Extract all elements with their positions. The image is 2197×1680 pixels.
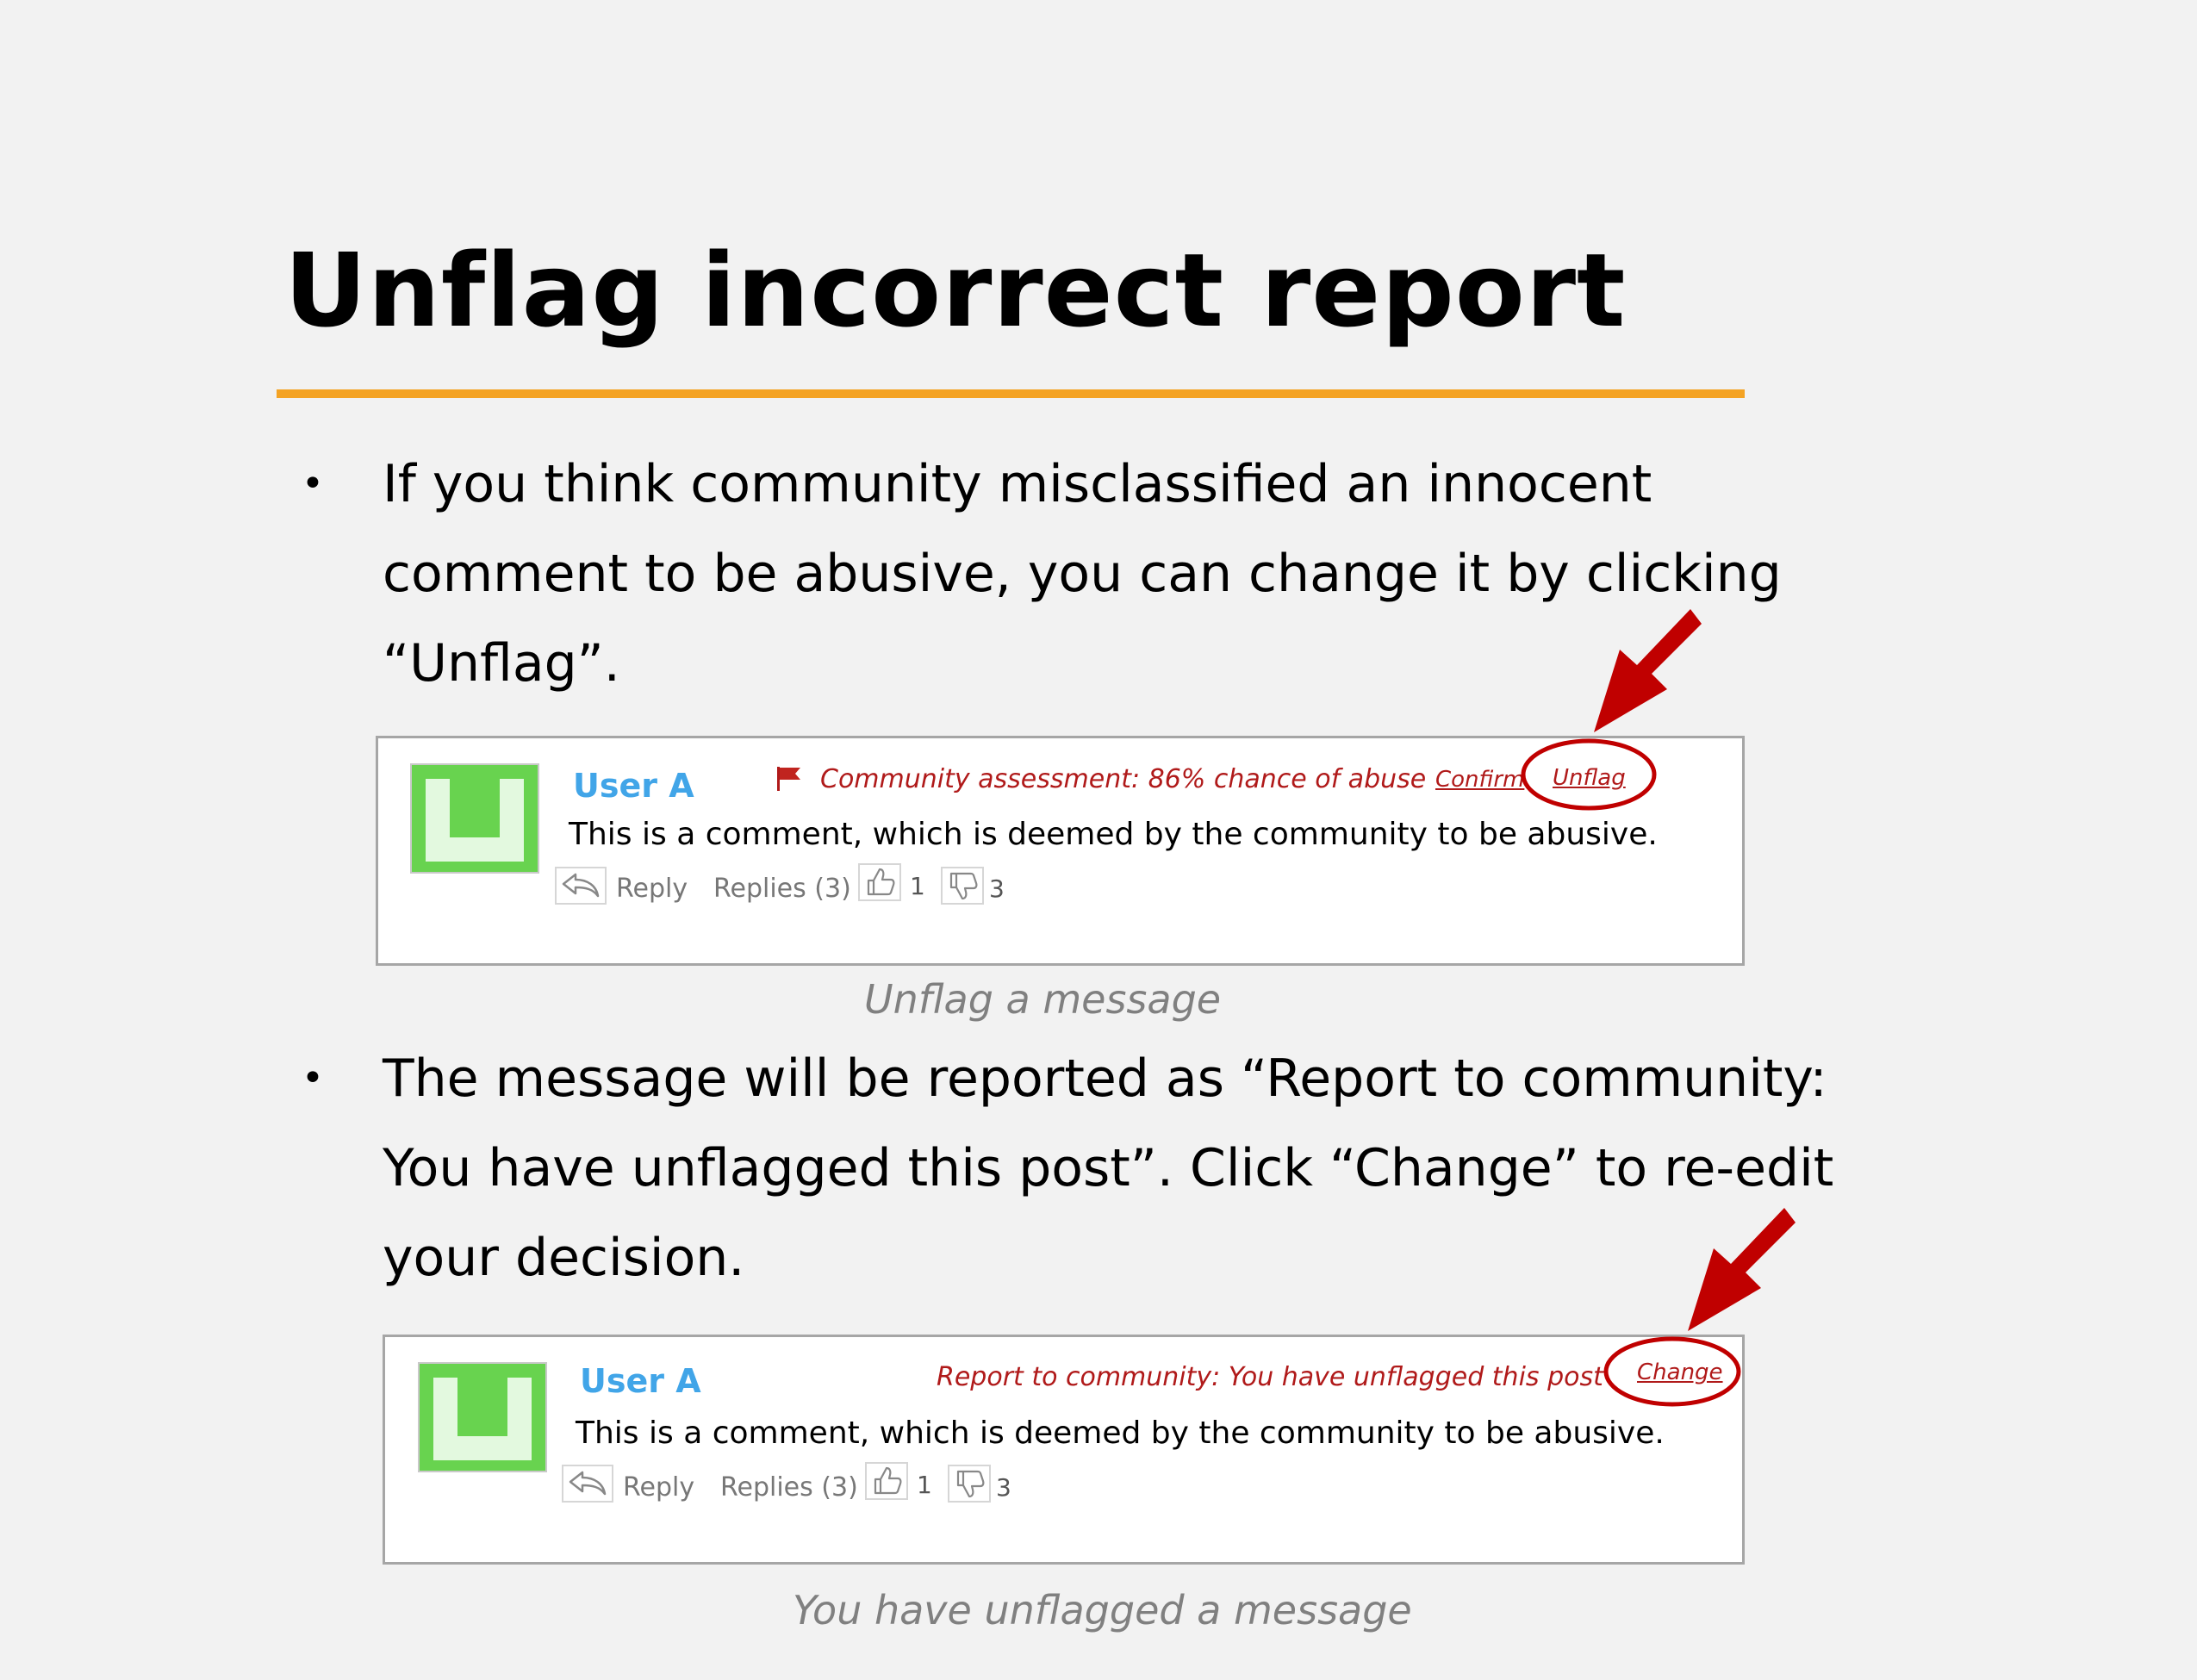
bullet-line: If you think community misclassified an … [383, 454, 1652, 514]
bullet-line: your decision. [383, 1228, 745, 1288]
slide-title: Unflag incorrect report [284, 231, 1627, 350]
reply-icon[interactable] [562, 1465, 613, 1503]
confirm-link[interactable]: Confirm [1435, 768, 1524, 791]
bullet-marker: • [302, 1056, 324, 1100]
dislike-count: 3 [996, 1473, 1011, 1502]
caption-unflag: Unflag a message [864, 976, 1222, 1023]
bullet-line: comment to be abusive, you can change it… [383, 544, 1782, 604]
comment-card-unflagged: User A Report to community: You have unf… [383, 1335, 1745, 1565]
comment-text: This is a comment, which is deemed by th… [569, 817, 1658, 852]
reply-button[interactable]: Reply [623, 1475, 694, 1501]
like-count: 1 [910, 872, 925, 900]
bullet-marker: • [302, 462, 324, 506]
thumbs-up-icon[interactable] [865, 1462, 908, 1500]
user-avatar-icon [410, 763, 539, 874]
thumbs-down-icon[interactable] [941, 867, 984, 905]
comment-card-flagged: User A Community assessment: 86% chance … [376, 736, 1745, 966]
comment-text: This is a comment, which is deemed by th… [576, 1416, 1665, 1451]
replies-button[interactable]: Replies (3) [713, 876, 851, 902]
thumbs-up-icon[interactable] [858, 863, 901, 901]
bullet-line: “Unflag”. [383, 633, 620, 694]
reply-button[interactable]: Reply [616, 876, 688, 902]
bullet-line: The message will be reported as “Report … [383, 1048, 1827, 1109]
bullet-line: You have unflagged this post”. Click “Ch… [383, 1138, 1834, 1198]
replies-button[interactable]: Replies (3) [720, 1475, 858, 1501]
username[interactable]: User A [580, 1365, 701, 1397]
thumbs-down-icon[interactable] [948, 1465, 991, 1503]
change-link[interactable]: Change [1637, 1361, 1723, 1384]
user-avatar-icon [418, 1362, 547, 1472]
dislike-count: 3 [989, 874, 1005, 903]
red-flag-icon [775, 764, 804, 797]
bullet-text-1: If you think community misclassified an … [383, 439, 1899, 708]
reply-icon[interactable] [555, 867, 607, 905]
unflag-link[interactable]: Unflag [1553, 767, 1626, 789]
community-assessment: Community assessment: 86% chance of abus… [820, 764, 1427, 794]
bullet-text-2: The message will be reported as “Report … [383, 1034, 1899, 1303]
title-underline [277, 389, 1745, 398]
like-count: 1 [917, 1471, 932, 1499]
report-status: Report to community: You have unflagged … [937, 1362, 1603, 1392]
caption-unflagged: You have unflagged a message [793, 1587, 1412, 1633]
username[interactable]: User A [573, 769, 694, 802]
